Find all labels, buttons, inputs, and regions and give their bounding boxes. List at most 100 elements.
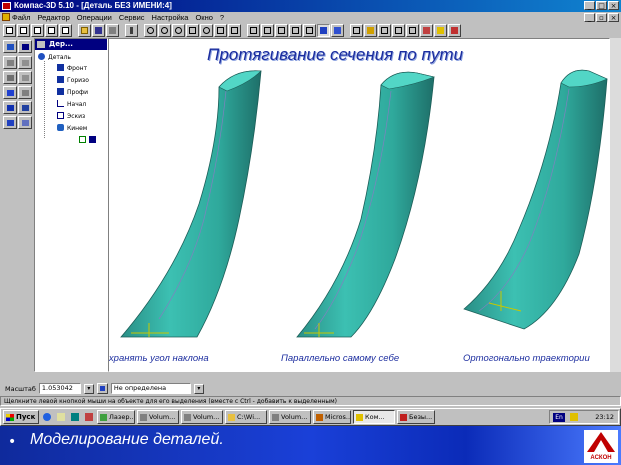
context-help-icon[interactable] (448, 24, 461, 37)
tree-item-origin[interactable]: Начал (57, 100, 86, 109)
task-microsoft[interactable]: Micros... (313, 410, 351, 424)
kompas-icon[interactable] (2, 2, 11, 10)
task-app-icon (272, 414, 279, 421)
tree-item-sub-sketch[interactable] (79, 136, 99, 145)
menu-service[interactable]: Сервис (119, 13, 145, 22)
plane-icon (57, 76, 64, 83)
library-icon[interactable] (420, 24, 433, 37)
thin-lines-icon[interactable] (303, 24, 316, 37)
zoom-all-icon[interactable] (228, 24, 241, 37)
pan-icon[interactable] (186, 24, 199, 37)
quicklaunch-desktop-icon[interactable] (69, 411, 81, 423)
language-indicator[interactable]: En (553, 413, 565, 422)
measure-icon[interactable] (364, 24, 377, 37)
wireframe-icon[interactable] (275, 24, 288, 37)
shaded-icon[interactable] (317, 24, 330, 37)
task-untitled[interactable]: Безы... (397, 410, 435, 424)
menu-edit[interactable]: Редактор (37, 13, 69, 22)
slide-caption: Моделирование деталей. (30, 431, 224, 448)
cut-button[interactable] (125, 24, 138, 37)
tree-item-sketch[interactable]: Эскиз (57, 112, 85, 121)
hidden-lines-icon[interactable] (289, 24, 302, 37)
sweep-model-1[interactable] (120, 70, 262, 338)
new-drawing-button[interactable] (17, 24, 30, 37)
menu-window[interactable]: Окно (195, 13, 212, 22)
text-icon[interactable] (406, 24, 419, 37)
doc-close-icon[interactable]: × (608, 13, 619, 22)
menu-file[interactable]: Файл (12, 13, 30, 22)
tree-item-top-plane[interactable]: Горизо (57, 76, 89, 85)
minimize-icon[interactable]: _ (584, 1, 595, 10)
shell-icon[interactable] (3, 101, 17, 114)
sweep-model-2[interactable] (296, 71, 435, 338)
mirror-icon[interactable] (18, 116, 32, 129)
loft-icon[interactable] (18, 71, 32, 84)
axes-icon (57, 100, 64, 107)
tree-item-part[interactable]: Деталь (38, 53, 71, 62)
model-viewport[interactable]: Протягивание сечения по пути Сохранять у… (108, 38, 610, 372)
doc-restore-icon[interactable]: ▫ (596, 13, 607, 22)
state-icon[interactable] (96, 383, 108, 394)
tray-icon[interactable] (570, 413, 578, 421)
sketch-icon[interactable] (18, 40, 32, 53)
doc-minimize-icon[interactable]: _ (584, 13, 595, 22)
start-button[interactable]: Пуск (3, 410, 39, 424)
open-button[interactable] (78, 24, 91, 37)
menu-operations[interactable]: Операции (77, 13, 112, 22)
cut-extrude-icon[interactable] (3, 86, 17, 99)
part-icon (38, 53, 45, 60)
extrude-icon[interactable] (3, 56, 17, 69)
sweep-icon[interactable] (3, 71, 17, 84)
menu-help[interactable]: ? (220, 13, 224, 22)
task-volume-3[interactable]: Volum... (269, 410, 311, 424)
scale-dropdown-icon[interactable]: ▾ (83, 383, 94, 394)
state-select[interactable]: Не определена (110, 383, 191, 394)
rotate-op-icon[interactable] (18, 56, 32, 69)
new-fragment-button[interactable] (31, 24, 44, 37)
properties-icon[interactable] (350, 24, 363, 37)
zoom-in-icon[interactable] (144, 24, 157, 37)
tree-item-front-plane[interactable]: Фронт (57, 64, 87, 73)
new-part-button[interactable] (59, 24, 72, 37)
rib-icon[interactable] (18, 101, 32, 114)
viewport-scrollbar[interactable] (610, 38, 621, 372)
menu-settings[interactable]: Настройка (152, 13, 189, 22)
perspective-icon[interactable] (331, 24, 344, 37)
spec-icon[interactable] (392, 24, 405, 37)
clock[interactable]: 23:12 (595, 411, 614, 423)
sweep-model-3[interactable] (463, 69, 608, 330)
scale-input[interactable]: 1.053042 (38, 383, 81, 394)
view-orient-icon[interactable] (247, 24, 260, 37)
task-app-icon (100, 414, 107, 421)
quicklaunch-ie-icon[interactable] (41, 411, 53, 423)
pointer-icon[interactable] (3, 40, 17, 53)
view-front-icon[interactable] (261, 24, 274, 37)
tree-item-kinematic[interactable]: Кинем (57, 124, 87, 133)
state-dropdown-icon[interactable]: ▾ (193, 383, 204, 394)
mass-icon[interactable] (378, 24, 391, 37)
zoom-window-icon[interactable] (158, 24, 171, 37)
task-kompas[interactable]: Ком... (353, 410, 395, 424)
help-icon[interactable] (434, 24, 447, 37)
save-button[interactable] (92, 24, 105, 37)
task-volume-1[interactable]: Volum... (137, 410, 179, 424)
maximize-icon[interactable]: □ (596, 1, 607, 10)
sweep-op-icon (57, 124, 64, 131)
model-tree-panel: Дер... Деталь Фронт Горизо Профи Начал Э… (34, 38, 108, 372)
quicklaunch-app-icon[interactable] (83, 411, 95, 423)
quicklaunch-mail-icon[interactable] (55, 411, 67, 423)
new-document-button[interactable] (3, 24, 16, 37)
refresh-icon[interactable] (214, 24, 227, 37)
task-explorer[interactable]: C:\Wi... (225, 410, 267, 424)
fillet-icon[interactable] (18, 86, 32, 99)
rotate-icon[interactable] (200, 24, 213, 37)
zoom-out-icon[interactable] (172, 24, 185, 37)
close-icon[interactable]: × (608, 1, 619, 10)
task-app-icon (140, 414, 147, 421)
task-volume-2[interactable]: Volum... (181, 410, 223, 424)
print-button[interactable] (106, 24, 119, 37)
task-laser[interactable]: Лазер... (97, 410, 135, 424)
array-icon[interactable] (3, 116, 17, 129)
tree-item-profile-plane[interactable]: Профи (57, 88, 88, 97)
new-sheet-button[interactable] (45, 24, 58, 37)
